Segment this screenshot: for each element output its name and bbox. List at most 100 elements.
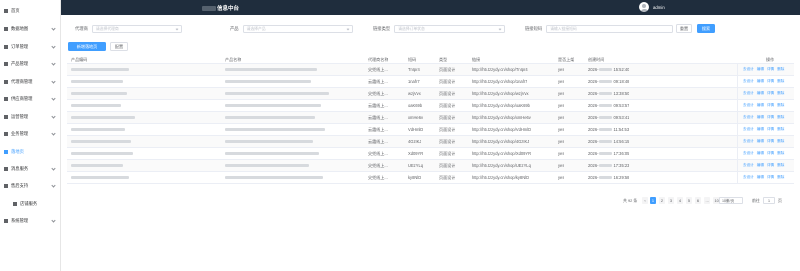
type-select[interactable]: 请选择订单状态 xyxy=(394,24,506,33)
delete-link[interactable]: 删除 xyxy=(777,91,784,96)
design-link[interactable]: 去设计 xyxy=(743,151,754,156)
page-button[interactable]: 2 xyxy=(659,196,665,204)
prev-page-button[interactable]: ‹ xyxy=(642,196,648,204)
page-button[interactable]: ... xyxy=(704,196,711,204)
reset-button[interactable]: 重置 xyxy=(676,24,692,33)
column-header: 产品编码 xyxy=(71,56,88,62)
design-link[interactable]: 去设计 xyxy=(743,79,754,84)
design-link[interactable]: 去设计 xyxy=(743,91,754,96)
design-link[interactable]: 去设计 xyxy=(743,139,754,144)
page-button[interactable]: 5 xyxy=(686,196,692,204)
search-button[interactable]: 搜索 xyxy=(697,24,715,33)
page-button[interactable]: 6 xyxy=(695,196,701,204)
sidebar-item[interactable]: 首页 xyxy=(0,4,61,18)
date-time: 09:53:57 xyxy=(613,103,630,108)
type-label: 链接类型 xyxy=(373,25,391,31)
operations-group: 去设计 编辑 详情 删除 xyxy=(743,136,787,147)
detail-link[interactable]: 详情 xyxy=(767,103,774,108)
edit-link[interactable]: 编辑 xyxy=(757,127,764,132)
product-select[interactable]: 请选择产品 xyxy=(242,24,353,33)
design-link[interactable]: 去设计 xyxy=(743,67,754,72)
detail-link[interactable]: 详情 xyxy=(767,175,774,180)
sidebar-item[interactable]: 售后支持 xyxy=(0,179,61,193)
sidebar-item[interactable]: 消息服务 xyxy=(0,162,61,176)
edit-link[interactable]: 编辑 xyxy=(757,103,764,108)
column-header: 产品名称 xyxy=(225,56,242,62)
sidebar-item[interactable]: 落地页 xyxy=(0,145,61,159)
date-time: 17:36:05 xyxy=(613,151,630,156)
column-header: 链接 xyxy=(472,56,481,62)
date-year: 2026- xyxy=(588,127,599,132)
code-input[interactable]: 请输入链接短码 xyxy=(546,24,674,33)
sidebar-item[interactable]: 数据地图 xyxy=(0,22,61,36)
detail-link[interactable]: 详情 xyxy=(767,163,774,168)
page-button[interactable]: 3 xyxy=(668,196,674,204)
detail-link[interactable]: 详情 xyxy=(767,91,774,96)
sidebar-item[interactable]: 业务管理 xyxy=(0,127,61,141)
delete-link[interactable]: 删除 xyxy=(777,67,784,72)
created-time-cell: 2026- 17:36:05 xyxy=(588,148,629,159)
created-time-cell: 2026- 14:56:15 xyxy=(588,136,629,147)
listed-cell: yes xyxy=(558,151,565,156)
edit-link[interactable]: 编辑 xyxy=(757,67,764,72)
sidebar-item[interactable]: 订单管理 xyxy=(0,40,61,54)
detail-link[interactable]: 详情 xyxy=(767,127,774,132)
delete-link[interactable]: 删除 xyxy=(777,115,784,120)
operations-group: 去设计 编辑 详情 删除 xyxy=(743,64,787,75)
design-link[interactable]: 去设计 xyxy=(743,127,754,132)
code-cell: wzjVvx xyxy=(408,91,421,96)
detail-link[interactable]: 详情 xyxy=(767,79,774,84)
table-row: 尖兜线上... ky8NlD 页面设计 http://h5.tzzydy.cn/sho… xyxy=(67,172,794,184)
total-count: 共 92 条 xyxy=(623,198,638,203)
edit-link[interactable]: 编辑 xyxy=(757,115,764,120)
date-year: 2026- xyxy=(588,79,599,84)
sidebar-item-label: 数据地图 xyxy=(11,26,29,31)
detail-link[interactable]: 详情 xyxy=(767,151,774,156)
sidebar-item[interactable]: 产品管理 xyxy=(0,57,61,71)
user-avatar-icon[interactable] xyxy=(639,2,649,12)
date-time: 09:18:48 xyxy=(613,79,630,84)
app-title-text: 信息中台 xyxy=(217,6,240,12)
listed-cell: yes xyxy=(558,163,565,168)
grid-icon xyxy=(4,27,8,31)
delete-link[interactable]: 删除 xyxy=(777,163,784,168)
detail-link[interactable]: 详情 xyxy=(767,67,774,72)
delete-link[interactable]: 删除 xyxy=(777,79,784,84)
delete-link[interactable]: 删除 xyxy=(777,151,784,156)
product-name-cell xyxy=(225,160,309,171)
redacted-product-name xyxy=(225,104,321,107)
edit-link[interactable]: 编辑 xyxy=(757,175,764,180)
delete-link[interactable]: 删除 xyxy=(777,103,784,108)
listed-cell: yes xyxy=(558,67,565,72)
add-landing-page-button[interactable]: 新增落地页 xyxy=(68,42,106,51)
edit-link[interactable]: 编辑 xyxy=(757,79,764,84)
sidebar-item[interactable]: 运营管理 xyxy=(0,110,61,124)
sidebar-item[interactable]: 店铺服务 xyxy=(0,197,61,211)
edit-link[interactable]: 编辑 xyxy=(757,139,764,144)
edit-link[interactable]: 编辑 xyxy=(757,163,764,168)
design-link[interactable]: 去设计 xyxy=(743,175,754,180)
edit-link[interactable]: 编辑 xyxy=(757,91,764,96)
agent-select[interactable]: 请选择代理商 xyxy=(91,24,182,33)
design-link[interactable]: 去设计 xyxy=(743,163,754,168)
config-button[interactable]: 配置 xyxy=(110,42,128,51)
delete-link[interactable]: 删除 xyxy=(777,127,784,132)
page-button[interactable]: 1 xyxy=(650,196,656,204)
goto-page-input[interactable]: 1 xyxy=(763,196,775,204)
design-link[interactable]: 去设计 xyxy=(743,103,754,108)
delete-link[interactable]: 删除 xyxy=(777,175,784,180)
chevron-down-icon xyxy=(346,27,350,30)
detail-link[interactable]: 详情 xyxy=(767,139,774,144)
chevron-down-icon xyxy=(51,114,56,119)
design-link[interactable]: 去设计 xyxy=(743,115,754,120)
edit-link[interactable]: 编辑 xyxy=(757,151,764,156)
page-button[interactable]: 4 xyxy=(677,196,683,204)
table-row: 云霞线上... 4GzIKJ 页面设计 http://h5.tzzydy.cn/sho… xyxy=(67,136,794,148)
page-size-select[interactable]: 10条/页 xyxy=(719,196,743,204)
detail-link[interactable]: 详情 xyxy=(767,115,774,120)
sidebar-item[interactable]: 系统管理 xyxy=(0,214,61,228)
delete-link[interactable]: 删除 xyxy=(777,139,784,144)
username[interactable]: admin xyxy=(653,5,665,10)
sidebar-item[interactable]: 代理商管理 xyxy=(0,75,61,89)
sidebar-item[interactable]: 供应商管理 xyxy=(0,92,61,106)
